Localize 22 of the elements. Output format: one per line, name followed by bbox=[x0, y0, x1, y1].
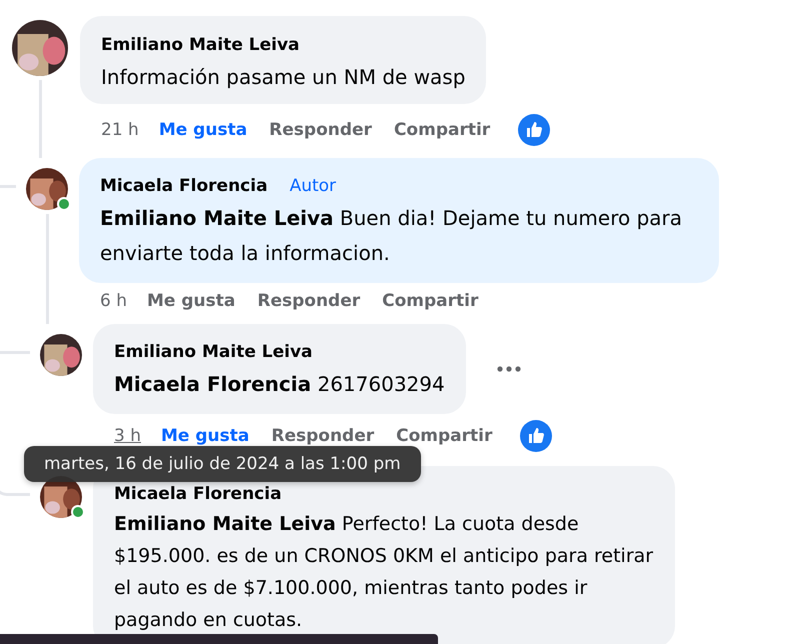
comment-text: Micaela Florencia 2617603294 bbox=[114, 371, 445, 398]
author-name[interactable]: Micaela Florencia bbox=[114, 480, 282, 508]
author-label: Autor bbox=[290, 175, 336, 198]
timestamp-link[interactable]: 3 h bbox=[114, 426, 141, 446]
author-name[interactable]: Micaela Florencia bbox=[100, 171, 268, 201]
like-button[interactable]: Me gusta bbox=[161, 426, 250, 446]
comment-text: Emiliano Maite Leiva Perfecto! La cuota desde $195.000. es de un CRONOS 0KM el anticipo para retirar el auto es de $7.100.000, mientras tanto podes ir pagando en cuotas. bbox=[114, 512, 654, 633]
reply-button[interactable]: Responder bbox=[271, 426, 374, 446]
share-button[interactable]: Compartir bbox=[396, 426, 492, 446]
share-button[interactable]: Compartir bbox=[394, 120, 490, 140]
author-name[interactable]: Emiliano Maite Leiva bbox=[114, 337, 313, 367]
date-tooltip: martes, 16 de julio de 2024 a las 1:00 pm bbox=[24, 446, 421, 482]
comment-text: Información pasame un NM de wasp bbox=[101, 64, 466, 91]
timestamp-link[interactable]: 21 h bbox=[101, 120, 139, 140]
author-name[interactable]: Emiliano Maite Leiva bbox=[101, 30, 300, 60]
like-button[interactable]: Me gusta bbox=[158, 120, 248, 140]
timestamp-link[interactable]: 6 h bbox=[100, 291, 127, 311]
reply-button[interactable]: Responder bbox=[257, 291, 360, 311]
share-button[interactable]: Compartir bbox=[382, 291, 478, 311]
like-button[interactable]: Me gusta bbox=[147, 291, 236, 311]
reply-button[interactable]: Responder bbox=[269, 120, 372, 140]
comment-text: Emiliano Maite Leiva Buen dia! Dejame tu numero para enviarte toda la informacion. bbox=[100, 205, 684, 267]
